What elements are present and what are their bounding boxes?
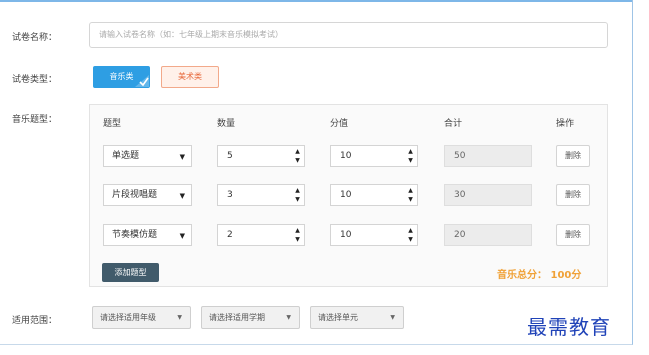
score-stepper[interactable]: 10 ▲ ▼ <box>330 224 418 246</box>
header-quantity: 数量 <box>217 119 236 129</box>
delete-row-button[interactable]: 删除 <box>556 224 590 246</box>
quantity-stepper[interactable]: 5 ▲ ▼ <box>217 145 305 167</box>
paper-type-label: 试卷类型： <box>12 75 58 85</box>
dropdown-caret-icon: ▼ <box>177 314 182 321</box>
header-action: 操作 <box>556 119 575 129</box>
spinner-icon[interactable]: ▲ ▼ <box>293 226 302 244</box>
question-type-value: 片段视唱题 <box>112 190 158 200</box>
dropdown-caret-icon: ▼ <box>179 153 185 161</box>
question-types-label: 音乐题型： <box>12 115 58 125</box>
quantity-stepper[interactable]: 2 ▲ ▼ <box>217 224 305 246</box>
type-art-label: 美术类 <box>178 72 202 81</box>
grade-select-value: 请选择适用年级 <box>100 313 156 322</box>
watermark-text: 最需教育 <box>527 315 611 339</box>
score-stepper[interactable]: 10 ▲ ▼ <box>330 184 418 206</box>
semester-select-value: 请选择适用学期 <box>209 313 265 322</box>
question-type-value: 单选题 <box>112 151 140 161</box>
header-score: 分值 <box>330 119 349 129</box>
music-total-score: 音乐总分： 100分 <box>497 270 582 281</box>
row-total: 50 <box>444 145 532 167</box>
selected-check-icon <box>135 75 149 87</box>
dropdown-caret-icon: ▼ <box>179 232 185 240</box>
dropdown-caret-icon: ▼ <box>179 192 185 200</box>
question-type-select[interactable]: 节奏模仿题 ▼ <box>103 224 192 246</box>
spinner-icon[interactable]: ▲ ▼ <box>406 226 415 244</box>
quantity-value: 3 <box>227 190 233 200</box>
quantity-value: 2 <box>227 230 233 240</box>
paper-name-input[interactable]: 请输入试卷名称（如：七年级上期末音乐模拟考试） <box>89 22 608 48</box>
delete-row-button[interactable]: 删除 <box>556 145 590 167</box>
spinner-icon[interactable]: ▲ ▼ <box>293 147 302 165</box>
delete-row-button[interactable]: 删除 <box>556 184 590 206</box>
add-question-type-button[interactable]: 添加题型 <box>102 263 159 282</box>
header-type: 题型 <box>103 119 122 129</box>
dropdown-caret-icon: ▼ <box>286 314 291 321</box>
row-total: 30 <box>444 184 532 206</box>
question-type-value: 节奏模仿题 <box>112 230 158 240</box>
score-value: 10 <box>340 151 352 161</box>
unit-select-value: 请选择单元 <box>318 313 358 322</box>
scope-label: 适用范围： <box>12 316 58 326</box>
grade-select[interactable]: 请选择适用年级 ▼ <box>92 306 191 329</box>
row-total: 20 <box>444 224 532 246</box>
header-total: 合计 <box>444 119 463 129</box>
score-value: 10 <box>340 190 352 200</box>
type-music-button[interactable]: 音乐类 <box>93 66 150 88</box>
type-art-button[interactable]: 美术类 <box>161 66 219 88</box>
type-music-label: 音乐类 <box>109 72 134 81</box>
question-type-select[interactable]: 单选题 ▼ <box>103 145 192 167</box>
dropdown-caret-icon: ▼ <box>390 314 395 321</box>
spinner-icon[interactable]: ▲ ▼ <box>406 147 415 165</box>
quantity-value: 5 <box>227 151 233 161</box>
spinner-icon[interactable]: ▲ ▼ <box>293 186 302 204</box>
score-value: 10 <box>340 230 352 240</box>
semester-select[interactable]: 请选择适用学期 ▼ <box>201 306 300 329</box>
score-stepper[interactable]: 10 ▲ ▼ <box>330 145 418 167</box>
paper-name-label: 试卷名称： <box>12 33 58 43</box>
spinner-icon[interactable]: ▲ ▼ <box>406 186 415 204</box>
question-type-select[interactable]: 片段视唱题 ▼ <box>103 184 192 206</box>
quantity-stepper[interactable]: 3 ▲ ▼ <box>217 184 305 206</box>
unit-select[interactable]: 请选择单元 ▼ <box>310 306 404 329</box>
